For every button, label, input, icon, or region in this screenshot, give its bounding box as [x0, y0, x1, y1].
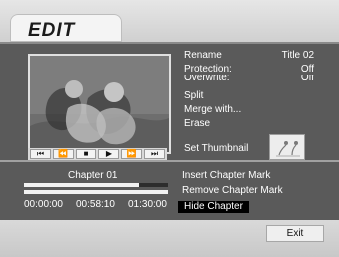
menu-item-label: Overwrite:	[184, 75, 230, 83]
title-tab: EDIT	[10, 14, 122, 42]
skip-forward-button[interactable]: ⏭	[144, 149, 165, 159]
menu-item-merge[interactable]: Merge with...	[184, 104, 314, 116]
chapter-menu-item-insert[interactable]: Insert Chapter Mark	[182, 170, 270, 182]
fast-forward-button[interactable]: ⏩	[121, 149, 143, 159]
menu-item-overwrite[interactable]: Overwrite: Off	[184, 75, 314, 85]
stop-icon: ■	[83, 149, 89, 158]
skip-back-icon: ⏮	[36, 149, 45, 158]
chapter-label: Chapter 01	[68, 170, 118, 181]
time-current: 00:58:10	[76, 199, 115, 210]
menu-item-value: Title 02	[281, 50, 314, 61]
play-button[interactable]: ▶	[98, 149, 120, 159]
video-thumbnail-image	[30, 56, 169, 152]
thumbnail-icon	[269, 134, 305, 160]
edit-screen: EDIT ⏮ ⏪ ■ ▶ ⏩ ⏭ Rename Title 02 Protect…	[0, 0, 339, 257]
fast-forward-icon: ⏩	[126, 149, 137, 158]
menu-item-value: Off	[300, 64, 314, 75]
menu-item-label: Set Thumbnail	[184, 143, 249, 154]
chapter-menu-item-remove[interactable]: Remove Chapter Mark	[182, 185, 283, 197]
page-title: EDIT	[28, 20, 76, 41]
menu-item-split[interactable]: Split	[184, 90, 314, 102]
menu-item-label: Split	[184, 90, 204, 101]
chapter-range-bar	[24, 190, 168, 194]
stop-button[interactable]: ■	[75, 149, 97, 159]
rewind-button[interactable]: ⏪	[52, 149, 74, 159]
exit-button[interactable]: Exit	[266, 225, 324, 242]
menu-item-label: Rename	[184, 50, 222, 61]
menu-item-label: Merge with...	[184, 104, 242, 115]
skip-back-button[interactable]: ⏮	[30, 149, 51, 159]
chapter-progress-fill	[24, 183, 140, 187]
rewind-icon: ⏪	[58, 149, 69, 158]
chapter-progress-bar	[24, 183, 168, 187]
menu-item-value: Off	[300, 75, 314, 83]
menu-item-rename[interactable]: Rename Title 02	[184, 50, 314, 62]
menu-item-label: Protection:	[184, 64, 232, 75]
time-start: 00:00:00	[24, 199, 63, 210]
menu-item-erase[interactable]: Erase	[184, 118, 314, 130]
skip-forward-icon: ⏭	[150, 149, 159, 158]
transport-controls: ⏮ ⏪ ■ ▶ ⏩ ⏭	[28, 148, 167, 160]
menu-item-label: Erase	[184, 118, 211, 129]
chapter-menu-item-hide[interactable]: Hide Chapter	[178, 201, 249, 213]
video-preview	[28, 54, 171, 154]
thumbnail-preview-icon	[270, 135, 304, 159]
time-end: 01:30:00	[128, 199, 167, 210]
play-icon: ▶	[105, 149, 112, 158]
header-bar: EDIT	[0, 0, 339, 44]
